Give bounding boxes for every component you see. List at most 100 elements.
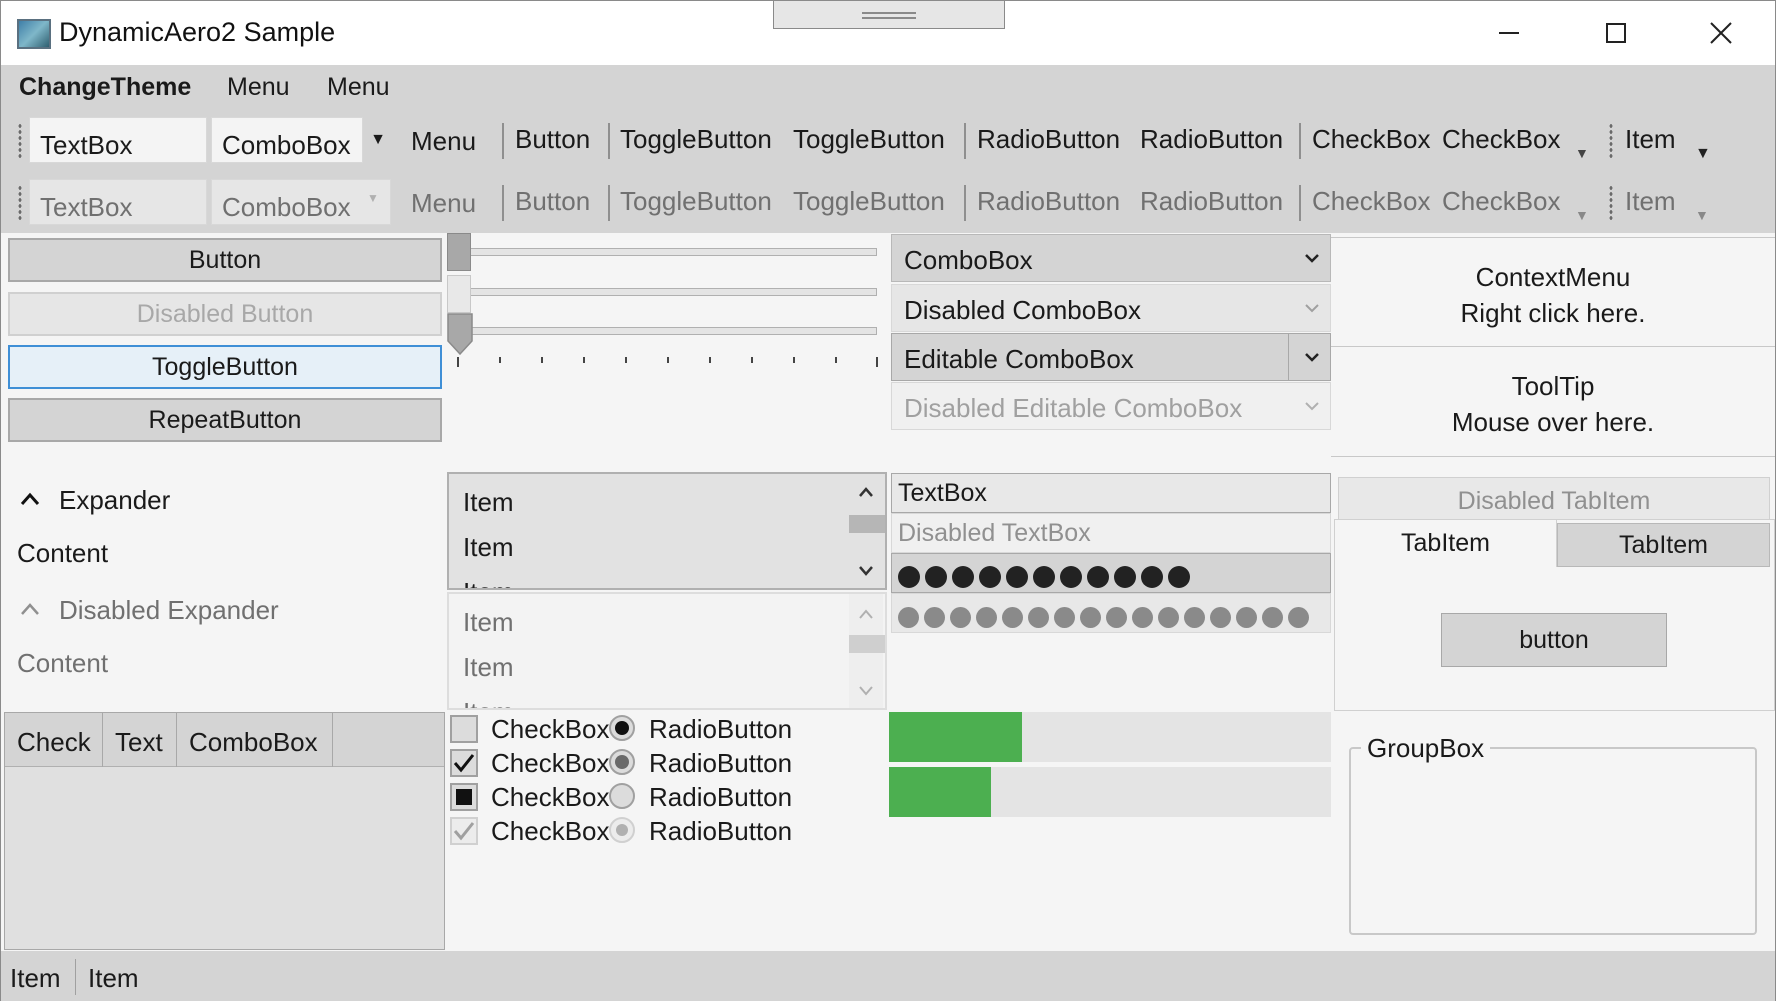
progress-fill <box>889 712 1022 762</box>
checkbox[interactable] <box>450 715 478 743</box>
password-dot <box>1028 606 1049 628</box>
password-dot <box>1184 606 1205 628</box>
tooltip-area[interactable]: ToolTip Mouse over here. <box>1331 347 1775 457</box>
menu-bar: ChangeTheme Menu Menu <box>1 65 1775 109</box>
grid-header-combobox[interactable]: ComboBox <box>177 713 333 767</box>
password-dot <box>1087 566 1109 589</box>
toolbar-combobox[interactable]: ComboBox <box>211 117 363 163</box>
listbox[interactable]: Item Item Item <box>447 472 887 590</box>
menu-item[interactable]: Menu <box>327 73 390 102</box>
toolbar-grip[interactable] <box>1609 123 1613 159</box>
chevron-down-icon[interactable]: ▼ <box>363 117 393 163</box>
combobox-text[interactable]: Editable ComboBox <box>904 344 1134 374</box>
toolbar-grip[interactable] <box>18 123 22 159</box>
toolbar-radio-button[interactable]: RadioButton <box>1140 124 1283 155</box>
expander-label: Disabled Expander <box>59 595 279 625</box>
checkbox-indeterminate[interactable] <box>450 783 478 811</box>
context-menu-hint: Right click here. <box>1460 298 1646 328</box>
list-item[interactable]: Item <box>463 577 514 588</box>
radio-label[interactable]: RadioButton <box>649 714 792 745</box>
radio-button[interactable] <box>609 783 635 809</box>
toolbar-checkbox[interactable]: CheckBox <box>1442 124 1561 155</box>
password-dot <box>925 566 947 589</box>
password-dot <box>1262 606 1283 628</box>
toolbar-separator <box>608 185 610 221</box>
overflow-icon[interactable]: ▼ <box>1695 145 1711 163</box>
combobox-value: Disabled ComboBox <box>904 295 1142 325</box>
tooltip-hint: Mouse over here. <box>1451 407 1655 437</box>
toolbar-radio-disabled: RadioButton <box>1140 186 1284 216</box>
menu-change-theme[interactable]: ChangeTheme <box>19 73 191 102</box>
combobox-value: ComboBox <box>904 245 1033 275</box>
toolbar-separator <box>502 185 504 221</box>
tab-selected[interactable]: TabItem <box>1334 519 1557 567</box>
toolbar-textbox[interactable]: TextBox <box>29 117 207 163</box>
list-item[interactable]: Item <box>463 532 514 563</box>
toolbar-checkbox[interactable]: CheckBox <box>1312 124 1431 155</box>
toolbar-separator <box>964 185 966 221</box>
textbox[interactable]: TextBox <box>891 473 1331 513</box>
password-dot <box>924 606 945 628</box>
toolbar-button[interactable]: Button <box>515 124 590 155</box>
maximize-button[interactable] <box>1586 11 1646 55</box>
checkbox-label[interactable]: CheckBox <box>491 748 610 779</box>
password-box[interactable] <box>891 553 1331 593</box>
password-dot <box>1210 606 1231 628</box>
list-item: Item <box>463 697 514 708</box>
context-menu-area[interactable]: ContextMenu Right click here. <box>1331 237 1775 347</box>
menu-item[interactable]: Menu <box>227 73 290 102</box>
grid-header-check[interactable]: Check <box>5 713 103 767</box>
toolbar-toggle-button[interactable]: ToggleButton <box>620 124 772 155</box>
progress-bar <box>889 767 1331 817</box>
status-separator <box>75 959 76 995</box>
overflow-icon[interactable]: ▼ <box>1575 145 1589 161</box>
chevron-down-icon <box>1304 297 1320 320</box>
checkbox-label[interactable]: CheckBox <box>491 782 610 813</box>
editable-combobox[interactable]: Editable ComboBox <box>891 333 1331 381</box>
chevron-down-icon[interactable] <box>1304 346 1320 369</box>
app-icon <box>17 19 51 49</box>
radio-button[interactable] <box>609 749 635 775</box>
chevron-down-icon[interactable] <box>858 564 874 576</box>
grid-header-text[interactable]: Text <box>103 713 177 767</box>
toolbar-item-disabled: Item <box>1625 186 1676 216</box>
chevron-up-icon[interactable] <box>858 486 874 498</box>
password-dot <box>1054 606 1075 628</box>
list-item[interactable]: Item <box>463 487 514 518</box>
repeat-button[interactable]: RepeatButton <box>8 398 442 442</box>
radio-label[interactable]: RadioButton <box>649 748 792 779</box>
checkbox-label[interactable]: CheckBox <box>491 714 610 745</box>
combobox[interactable]: ComboBox <box>891 234 1331 282</box>
toolbar-menu[interactable]: Menu <box>411 126 476 157</box>
toolbar-separator <box>608 123 610 159</box>
drag-grip[interactable] <box>773 1 1005 29</box>
toolbar-radio-button[interactable]: RadioButton <box>977 124 1120 155</box>
toolbar-item[interactable]: Item <box>1625 124 1676 155</box>
main-window: DynamicAero2 Sample ChangeTheme Menu Men… <box>0 0 1776 1001</box>
button[interactable]: Button <box>8 238 442 282</box>
slider-track <box>449 288 877 296</box>
scrollbar[interactable] <box>849 474 885 588</box>
tab-content-button[interactable]: button <box>1441 613 1667 667</box>
minimize-button[interactable] <box>1479 11 1539 55</box>
close-button[interactable] <box>1691 11 1751 55</box>
radio-label[interactable]: RadioButton <box>649 782 792 813</box>
tab-item[interactable]: TabItem <box>1557 523 1770 567</box>
expander-header[interactable]: Expander <box>17 485 437 519</box>
list-item: Item <box>463 607 514 637</box>
expander-disabled-header: Disabled Expander <box>17 595 437 629</box>
password-dot <box>898 606 919 628</box>
scrollbar-thumb[interactable] <box>849 515 885 533</box>
password-dot <box>1168 566 1190 589</box>
data-grid[interactable]: Check Text ComboBox <box>4 712 445 950</box>
chevron-up-icon <box>859 609 873 619</box>
slider-pointer-thumb[interactable] <box>447 313 473 355</box>
slider-thumb[interactable] <box>447 233 471 271</box>
checkbox-checked[interactable] <box>450 749 478 777</box>
toggle-button[interactable]: ToggleButton <box>8 345 442 389</box>
toolbar-button-disabled: Button <box>515 186 591 216</box>
toolbar-toggle-button[interactable]: ToggleButton <box>793 124 945 155</box>
radio-button[interactable] <box>609 715 635 741</box>
password-dot <box>1060 566 1082 589</box>
expander-label: Expander <box>59 485 171 515</box>
